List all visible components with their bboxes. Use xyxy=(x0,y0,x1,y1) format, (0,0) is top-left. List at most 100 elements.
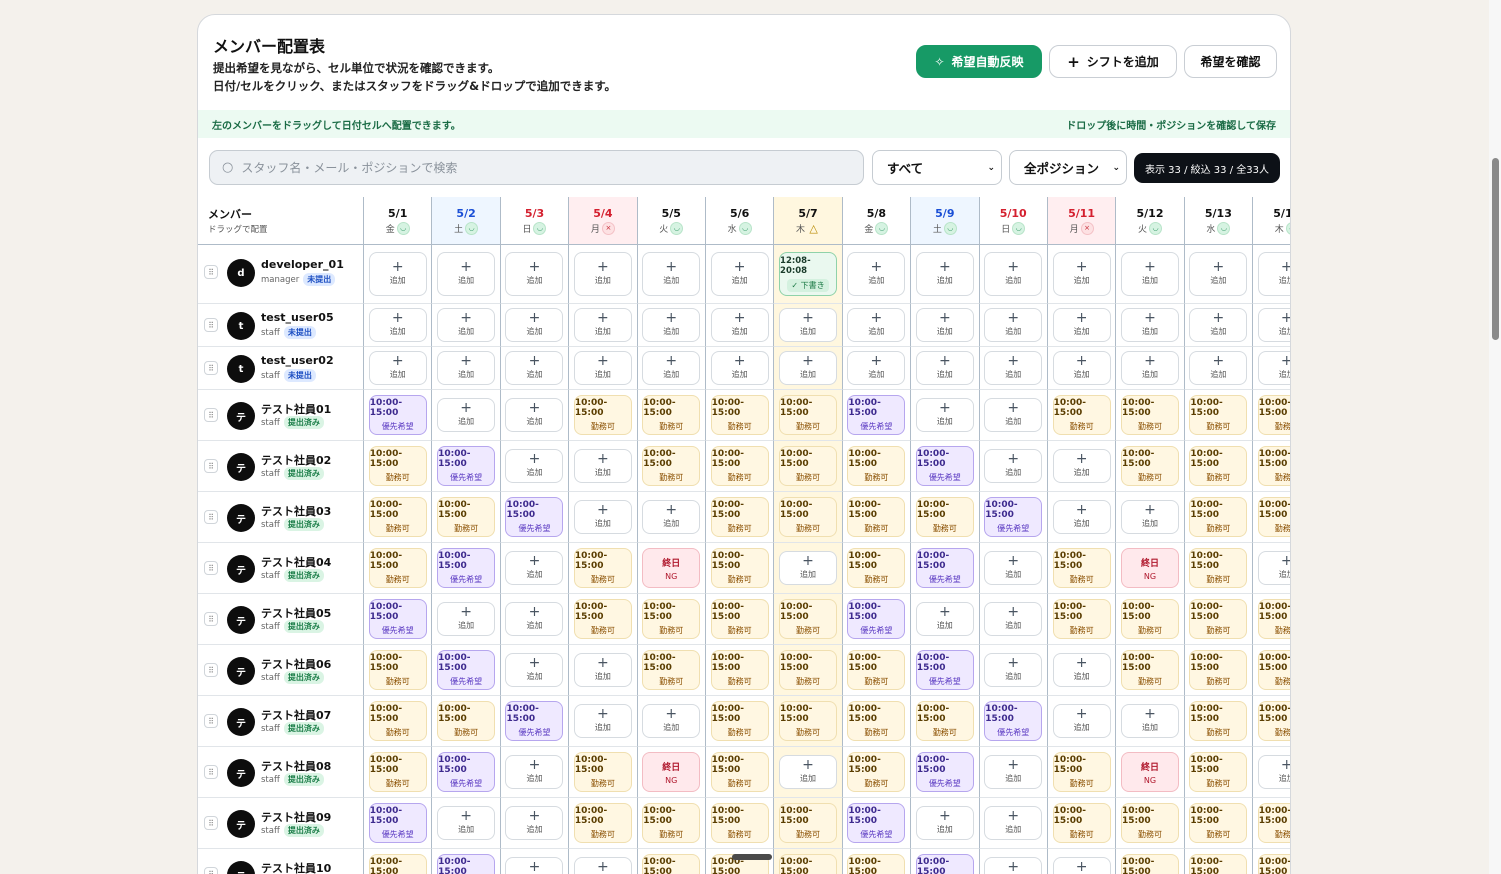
date-header-5-8[interactable]: 5/8 金 ◡ xyxy=(842,197,912,245)
schedule-cell[interactable]: 10:00-15:00勤務可 xyxy=(1116,441,1185,492)
add-shift-cell-button[interactable]: +追加 xyxy=(642,500,701,534)
schedule-cell[interactable]: 10:00-15:00勤務可 xyxy=(705,747,775,798)
schedule-cell[interactable]: 10:00-15:00勤務可 xyxy=(637,849,706,874)
schedule-cell[interactable]: +追加 xyxy=(1184,304,1254,347)
schedule-cell[interactable]: 10:00-15:00勤務可 xyxy=(842,441,912,492)
schedule-cell[interactable]: 終日 NG xyxy=(637,747,706,798)
schedule-cell[interactable]: 10:00-15:00勤務可 xyxy=(774,849,843,874)
availability-ok-chip[interactable]: 10:00-15:00勤務可 xyxy=(1257,497,1290,537)
member-info[interactable]: ⠿ テテスト社員07 staff 提出済み xyxy=(198,696,364,747)
schedule-cell[interactable]: 10:00-15:00優先希望 xyxy=(364,390,433,441)
schedule-cell[interactable]: 10:00-15:00勤務可 xyxy=(1184,849,1254,874)
schedule-cell[interactable]: +追加 xyxy=(569,645,638,696)
schedule-cell[interactable]: 終日 NG xyxy=(637,543,706,594)
schedule-cell[interactable]: +追加 xyxy=(1116,347,1185,390)
schedule-cell[interactable]: +追加 xyxy=(364,347,433,390)
date-header-5-10[interactable]: 5/10 日 ◡ xyxy=(979,197,1048,245)
availability-ok-chip[interactable]: 10:00-15:00勤務可 xyxy=(1120,854,1179,874)
availability-ok-chip[interactable]: 10:00-15:00勤務可 xyxy=(368,701,427,741)
schedule-cell[interactable]: +追加 xyxy=(979,594,1048,645)
schedule-cell[interactable]: +追加 xyxy=(637,347,706,390)
auto-apply-button[interactable]: ✧ 希望自動反映 xyxy=(916,45,1042,78)
availability-ok-chip[interactable]: 10:00-15:00勤務可 xyxy=(1052,548,1111,588)
availability-ok-chip[interactable]: 10:00-15:00勤務可 xyxy=(1257,599,1290,639)
member-info[interactable]: ⠿ d developer_01 manager 未提出 xyxy=(198,245,364,304)
schedule-cell[interactable]: 10:00-15:00勤務可 xyxy=(774,798,843,849)
priority-request-chip[interactable]: 10:00-15:00 優先希望 xyxy=(437,548,496,588)
schedule-cell[interactable]: +追加 xyxy=(979,798,1048,849)
add-shift-cell-button[interactable]: +追加 xyxy=(984,755,1043,789)
schedule-cell[interactable]: 10:00-15:00優先希望 xyxy=(911,543,980,594)
member-info[interactable]: ⠿ t test_user02 staff 未提出 xyxy=(198,347,364,390)
schedule-cell[interactable]: 10:00-15:00優先希望 xyxy=(432,747,501,798)
schedule-cell[interactable]: 10:00-15:00勤務可 xyxy=(432,492,501,543)
schedule-cell[interactable]: +追加 xyxy=(1253,543,1290,594)
availability-ok-chip[interactable]: 10:00-15:00勤務可 xyxy=(779,395,838,435)
schedule-cell[interactable]: 10:00-15:00勤務可 xyxy=(705,390,775,441)
add-shift-cell-button[interactable]: +追加 xyxy=(847,252,906,296)
schedule-cell[interactable]: 10:00-15:00勤務可 xyxy=(842,492,912,543)
schedule-cell[interactable]: 10:00-15:00優先希望 xyxy=(432,849,501,874)
schedule-cell[interactable]: +追加 xyxy=(842,245,912,304)
priority-request-chip[interactable]: 10:00-15:00 優先希望 xyxy=(847,599,906,639)
schedule-cell[interactable]: +追加 xyxy=(774,304,843,347)
schedule-cell[interactable]: +追加 xyxy=(432,304,501,347)
schedule-cell[interactable]: 10:00-15:00勤務可 xyxy=(432,696,501,747)
availability-ok-chip[interactable]: 10:00-15:00勤務可 xyxy=(1052,599,1111,639)
schedule-cell[interactable]: +追加 xyxy=(979,304,1048,347)
availability-ok-chip[interactable]: 10:00-15:00勤務可 xyxy=(642,395,701,435)
priority-request-chip[interactable]: 10:00-15:00 優先希望 xyxy=(505,497,564,537)
availability-ok-chip[interactable]: 10:00-15:00勤務可 xyxy=(847,701,906,741)
schedule-cell[interactable]: +追加 xyxy=(774,347,843,390)
ng-chip[interactable]: 終日 NG xyxy=(642,548,701,588)
add-shift-cell-button[interactable]: +追加 xyxy=(642,252,701,296)
schedule-cell[interactable]: 終日 NG xyxy=(1116,747,1185,798)
schedule-cell[interactable]: +追加 xyxy=(842,304,912,347)
schedule-cell[interactable]: 10:00-15:00優先希望 xyxy=(911,441,980,492)
schedule-cell[interactable]: +追加 xyxy=(569,849,638,874)
schedule-cell[interactable]: 10:00-15:00勤務可 xyxy=(569,390,638,441)
schedule-cell[interactable]: 10:00-15:00勤務可 xyxy=(364,645,433,696)
add-shift-cell-button[interactable]: +追加 xyxy=(505,653,564,687)
schedule-cell[interactable]: 10:00-15:00優先希望 xyxy=(979,696,1048,747)
availability-ok-chip[interactable]: 10:00-15:00勤務可 xyxy=(847,752,906,792)
add-shift-cell-button[interactable]: +追加 xyxy=(1120,252,1179,296)
schedule-cell[interactable]: 10:00-15:00勤務可 xyxy=(1184,543,1254,594)
schedule-cell[interactable]: +追加 xyxy=(569,492,638,543)
add-shift-cell-button[interactable]: +追加 xyxy=(847,351,906,385)
status-filter-select[interactable]: すべて ⌄ xyxy=(872,150,1002,185)
schedule-cell[interactable]: 10:00-15:00優先希望 xyxy=(432,645,501,696)
availability-ok-chip[interactable]: 10:00-15:00勤務可 xyxy=(1189,497,1248,537)
priority-request-chip[interactable]: 10:00-15:00 優先希望 xyxy=(847,395,906,435)
availability-ok-chip[interactable]: 10:00-15:00勤務可 xyxy=(1052,395,1111,435)
add-shift-cell-button[interactable]: +追加 xyxy=(984,398,1043,432)
availability-ok-chip[interactable]: 10:00-15:00勤務可 xyxy=(368,497,427,537)
add-shift-cell-button[interactable]: +追加 xyxy=(710,252,769,296)
add-shift-cell-button[interactable]: +追加 xyxy=(573,704,632,738)
schedule-cell[interactable]: 10:00-15:00勤務可 xyxy=(911,492,980,543)
schedule-cell[interactable]: 10:00-15:00勤務可 xyxy=(774,645,843,696)
availability-ok-chip[interactable]: 10:00-15:00勤務可 xyxy=(573,803,632,843)
add-shift-cell-button[interactable]: +追加 xyxy=(1052,308,1111,342)
date-header-5-3[interactable]: 5/3 日 ◡ xyxy=(500,197,570,245)
schedule-cell[interactable]: 10:00-15:00勤務可 xyxy=(1253,645,1290,696)
add-shift-cell-button[interactable]: +追加 xyxy=(779,551,838,585)
schedule-cell[interactable]: +追加 xyxy=(569,441,638,492)
date-header-5-4[interactable]: 5/4 月 × xyxy=(569,197,638,245)
availability-ok-chip[interactable]: 10:00-15:00勤務可 xyxy=(779,446,838,486)
schedule-cell[interactable]: +追加 xyxy=(705,304,775,347)
add-shift-cell-button[interactable]: +追加 xyxy=(1189,308,1248,342)
add-shift-cell-button[interactable]: +追加 xyxy=(1120,500,1179,534)
add-shift-cell-button[interactable]: +追加 xyxy=(984,551,1043,585)
priority-request-chip[interactable]: 10:00-15:00 優先希望 xyxy=(437,446,496,486)
schedule-cell[interactable]: +追加 xyxy=(569,245,638,304)
availability-ok-chip[interactable]: 10:00-15:00勤務可 xyxy=(1189,752,1248,792)
add-shift-cell-button[interactable]: +追加 xyxy=(1189,252,1248,296)
availability-ok-chip[interactable]: 10:00-15:00勤務可 xyxy=(1189,701,1248,741)
schedule-cell[interactable]: 10:00-15:00勤務可 xyxy=(842,849,912,874)
availability-ok-chip[interactable]: 10:00-15:00勤務可 xyxy=(437,701,496,741)
drag-handle-icon[interactable]: ⠿ xyxy=(204,459,218,473)
add-shift-cell-button[interactable]: +追加 xyxy=(1120,308,1179,342)
schedule-cell[interactable]: +追加 xyxy=(1116,696,1185,747)
schedule-cell[interactable]: 10:00-15:00勤務可 xyxy=(774,696,843,747)
